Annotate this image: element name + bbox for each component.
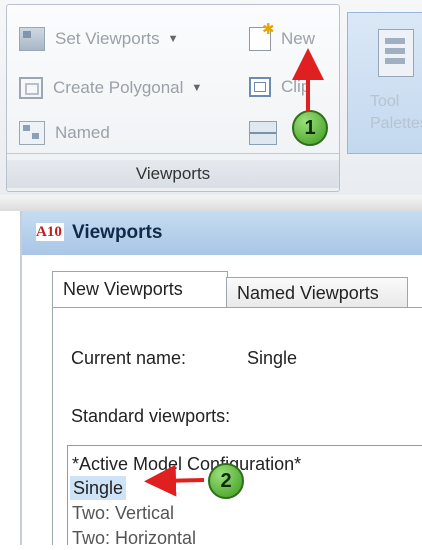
title-bar[interactable]: A10 Viewports [22, 211, 422, 255]
new-viewport-button[interactable]: ✱ New [249, 21, 316, 51]
current-name-label: Current name: [71, 348, 187, 368]
separator-band [0, 195, 422, 211]
polygonal-viewport-icon [19, 77, 43, 99]
panel-title: Viewports [7, 160, 339, 188]
clip-button[interactable]: Clip [249, 77, 310, 97]
join-viewports-icon [249, 121, 277, 145]
join-button[interactable] [249, 121, 287, 145]
standard-viewports-label: Standard viewports: [71, 406, 231, 426]
viewports-dialog: A10 Viewports New Viewports Named Viewpo… [20, 211, 422, 548]
chevron-down-icon[interactable]: ▼ [168, 33, 179, 45]
new-viewport-icon: ✱ [249, 21, 275, 51]
set-viewports-button[interactable]: Set Viewports ▼ [19, 27, 178, 51]
create-polygonal-button[interactable]: Create Polygonal ▼ [19, 77, 202, 99]
standard-viewports-list[interactable]: *Active Model Configuration* Single Two:… [67, 445, 422, 548]
tab-content: Current name: Single Standard viewports:… [52, 307, 422, 548]
tool-palettes-button[interactable]: Tool Palettes [347, 12, 422, 154]
clip-icon [249, 77, 271, 97]
panel-divider [7, 153, 339, 154]
tool-palettes-label: Tool Palettes [370, 91, 422, 135]
star-icon: ✱ [262, 21, 275, 38]
create-polygonal-label: Create Polygonal [53, 78, 184, 97]
tool-label-line-1: Tool [370, 93, 400, 110]
autocad-logo-icon: A10 [36, 223, 64, 241]
callout-badge-1: 1 [292, 110, 328, 146]
tab-new-viewports[interactable]: New Viewports [52, 271, 228, 310]
set-viewports-label: Set Viewports [55, 29, 160, 48]
named-viewports-icon [19, 121, 45, 145]
list-item-selected[interactable]: Single [70, 476, 127, 500]
current-name-value: Single [247, 348, 298, 368]
list-item[interactable]: *Active Model Configuration* [72, 452, 301, 476]
named-button[interactable]: Named [19, 121, 110, 145]
chevron-down-icon[interactable]: ▼ [191, 82, 202, 94]
ribbon: Set Viewports ▼ Create Polygonal ▼ Named… [0, 0, 422, 195]
list-item[interactable]: Two: Horizontal [72, 526, 196, 550]
tab-strip: New Viewports Named Viewports [52, 271, 422, 310]
dialog-title: Viewports [72, 222, 163, 243]
new-label: New [281, 29, 316, 48]
tool-label-line-2: Palettes [370, 115, 422, 132]
set-viewports-icon [19, 27, 45, 51]
named-label: Named [55, 123, 110, 142]
tab-named-viewports[interactable]: Named Viewports [226, 277, 408, 308]
list-item[interactable]: Two: Vertical [72, 501, 174, 525]
tool-palettes-icon [378, 29, 414, 77]
callout-badge-2: 2 [208, 463, 244, 499]
viewports-panel: Set Viewports ▼ Create Polygonal ▼ Named… [6, 4, 340, 192]
clip-label: Clip [281, 77, 311, 96]
